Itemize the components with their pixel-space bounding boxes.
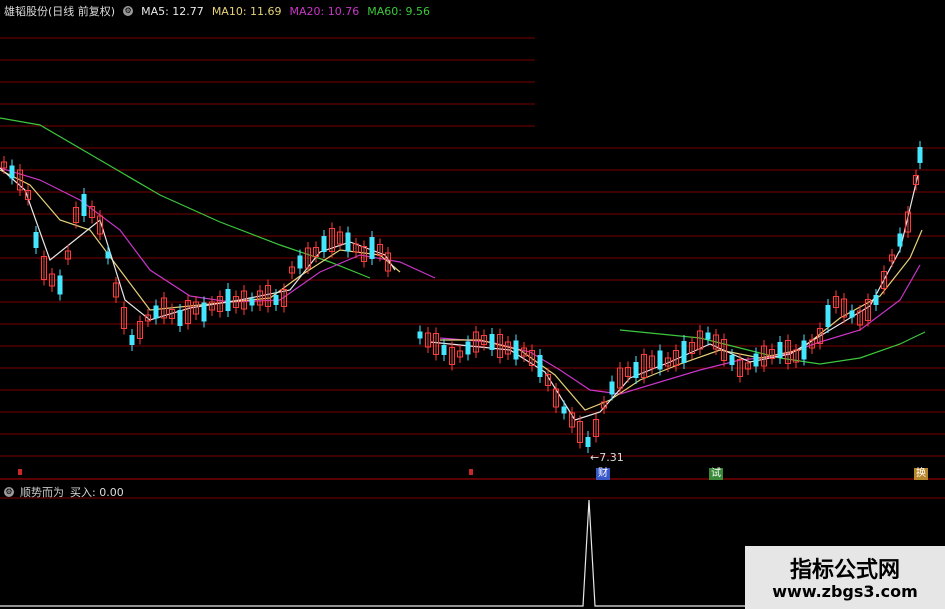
candle-body xyxy=(801,340,807,360)
event-tag-swap[interactable]: 换 xyxy=(914,468,928,480)
indicator-settings-icon[interactable]: ⚙ xyxy=(4,487,14,497)
indicator-panel xyxy=(0,499,745,607)
candle-body xyxy=(9,165,15,179)
ma10-label: MA10: 11.69 xyxy=(211,4,282,18)
candle-body xyxy=(873,295,879,305)
candle-body xyxy=(201,302,207,322)
candle-body xyxy=(297,255,303,269)
indicator-name[interactable]: 顺势而为 xyxy=(20,484,64,500)
watermark: 指标公式网 www.zbgs3.com xyxy=(745,546,945,609)
moving-average-lines xyxy=(0,117,926,421)
candle-body xyxy=(33,232,39,248)
ma20-line xyxy=(0,167,436,303)
watermark-url: www.zbgs3.com xyxy=(772,582,918,601)
candle-body xyxy=(753,353,759,367)
candle-body xyxy=(417,331,423,339)
candle-body xyxy=(57,275,63,295)
event-marker[interactable] xyxy=(18,469,22,475)
event-tag-trial[interactable]: 试 xyxy=(709,468,723,480)
ma10-line xyxy=(440,229,923,411)
candle-body xyxy=(633,362,639,378)
candle-body xyxy=(897,233,903,247)
ma60-label: MA60: 9.56 xyxy=(367,4,430,18)
chart-header: 雄韬股份(日线 前复权) ⚙ MA5: 12.77 MA10: 11.69 MA… xyxy=(4,3,430,19)
indicator-header: ⚙ 顺势而为 买入: 0.00 xyxy=(4,484,124,500)
candle-body xyxy=(249,298,255,306)
chart-grid xyxy=(0,37,945,499)
candle-body xyxy=(129,335,135,345)
candle-body xyxy=(153,305,159,319)
candle-body xyxy=(369,237,375,259)
candle-body xyxy=(777,342,783,358)
candle-body xyxy=(81,194,87,216)
indicator-signal-line xyxy=(0,499,745,607)
candle-body xyxy=(273,295,279,305)
candle-body xyxy=(561,406,567,414)
ma5-line xyxy=(429,174,919,421)
low-price-label: ←7.31 xyxy=(590,451,624,464)
candle-body xyxy=(705,332,711,340)
stock-title[interactable]: 雄韬股份(日线 前复权) xyxy=(4,3,115,19)
candle-body xyxy=(465,341,471,355)
indicator-value: 买入: 0.00 xyxy=(70,486,124,499)
kline-chart[interactable] xyxy=(0,0,945,609)
ma20-label: MA20: 10.76 xyxy=(289,4,360,18)
ma5-label: MA5: 12.77 xyxy=(141,4,204,18)
candle-body xyxy=(513,340,519,360)
candle-body xyxy=(681,341,687,363)
candle-body xyxy=(609,381,615,395)
candle-body xyxy=(657,350,663,370)
candle-body xyxy=(225,289,231,311)
candle-body xyxy=(917,147,923,163)
candle-body xyxy=(441,345,447,355)
settings-icon[interactable]: ⚙ xyxy=(123,6,134,16)
candle-body xyxy=(729,355,735,365)
candle-body xyxy=(321,236,327,252)
event-marker[interactable] xyxy=(469,469,473,475)
candle-body xyxy=(849,310,855,318)
candle-body xyxy=(105,251,111,259)
ma60-line xyxy=(0,117,371,279)
event-tag-finance[interactable]: 财 xyxy=(596,468,610,480)
candle-body xyxy=(825,305,831,327)
candle-body xyxy=(177,310,183,326)
candle-body xyxy=(489,334,495,350)
candle-body xyxy=(585,437,591,447)
ma20-line xyxy=(439,264,921,395)
candle-body xyxy=(345,232,351,252)
candle-body xyxy=(537,355,543,377)
watermark-title: 指标公式网 xyxy=(789,558,900,583)
